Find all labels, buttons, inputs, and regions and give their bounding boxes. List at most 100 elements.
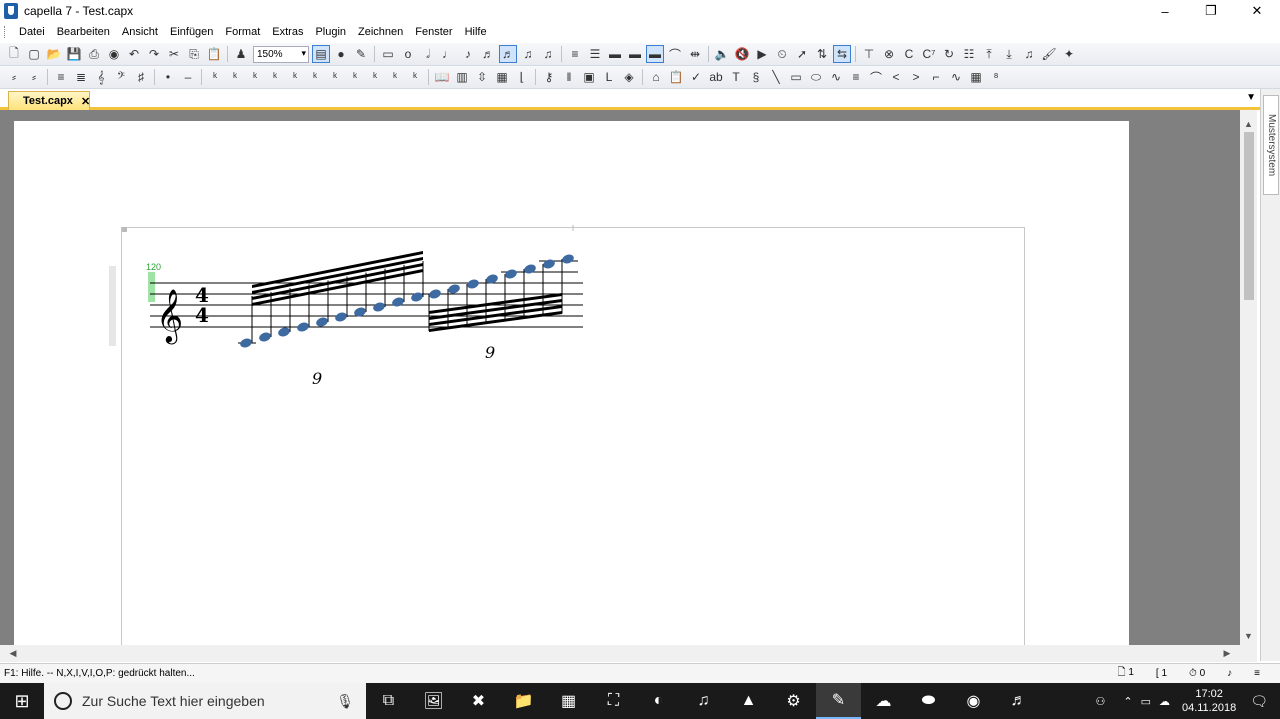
mark-red-icon[interactable]: ▬ xyxy=(606,45,624,63)
half-note-icon[interactable]: 𝅗𝅥 xyxy=(419,45,437,63)
tray-chevron-icon[interactable]: ⌃ xyxy=(1123,695,1132,708)
speaker-mute-icon[interactable]: 🔇 xyxy=(733,45,751,63)
restore-button[interactable]: ❐ xyxy=(1188,0,1234,22)
staff-icon[interactable]: ☰ xyxy=(586,45,604,63)
treble-clef-icon[interactable]: 𝄞 xyxy=(92,68,110,86)
menu-ansicht[interactable]: Ansicht xyxy=(116,26,164,38)
lines-icon[interactable]: ≡ xyxy=(847,68,865,86)
x-app-icon[interactable]: ✖ xyxy=(456,683,501,719)
spell-icon[interactable]: ab xyxy=(707,68,725,86)
page-view-icon[interactable]: ▤ xyxy=(312,45,330,63)
rectangle-icon[interactable]: ▭ xyxy=(787,68,805,86)
transpose-icon[interactable]: ⇅ xyxy=(813,45,831,63)
spacing-icon[interactable]: ⇹ xyxy=(686,45,704,63)
settings-app-icon[interactable]: ⚙ xyxy=(771,683,816,719)
articulation-7-icon[interactable]: ᵏ xyxy=(326,68,344,86)
scroll-left-icon[interactable]: ◀ xyxy=(6,645,20,662)
menu-grip[interactable] xyxy=(4,26,7,38)
articulation-5-icon[interactable]: ᵏ xyxy=(286,68,304,86)
brush-icon[interactable]: 🖌 xyxy=(1040,45,1058,63)
system-icon[interactable]: ▦ xyxy=(493,68,511,86)
articulation-2-icon[interactable]: ᵏ xyxy=(226,68,244,86)
key-signature-icon[interactable]: ♯ xyxy=(132,68,150,86)
store-app-icon[interactable]: ⬬ xyxy=(906,683,951,719)
curve-icon[interactable]: ∿ xyxy=(827,68,845,86)
layout-icon[interactable]: ▥ xyxy=(453,68,471,86)
new-file-icon[interactable]: ▢ xyxy=(25,45,43,63)
score-app-icon[interactable]: ♬ xyxy=(996,683,1041,719)
swap-icon[interactable]: ⇆ xyxy=(833,45,851,63)
horizontal-scrollbar[interactable]: ◀ ▶ xyxy=(0,645,1257,662)
bracket-icon[interactable]: ⌊ xyxy=(513,68,531,86)
down-arrow-icon[interactable]: ⤓ xyxy=(1000,45,1018,63)
metronome-icon[interactable]: ⏲ xyxy=(773,45,791,63)
ottava-icon[interactable]: ⁸ xyxy=(987,68,1005,86)
decrescendo-icon[interactable]: > xyxy=(907,68,925,86)
playback-icon[interactable]: ▶ xyxy=(753,45,771,63)
trill-icon[interactable]: ∿ xyxy=(947,68,965,86)
menu-datei[interactable]: Datei xyxy=(13,26,51,38)
chord-7-icon[interactable]: C⁷ xyxy=(920,45,938,63)
staff-remove-icon[interactable]: ≣ xyxy=(72,68,90,86)
windows-start-icon[interactable]: ⊞ xyxy=(0,683,44,719)
menu-zeichnen[interactable]: Zeichnen xyxy=(352,26,409,38)
mark-orange-icon[interactable]: ▬ xyxy=(626,45,644,63)
bass-clef-icon[interactable]: 𝄢 xyxy=(112,68,130,86)
articulation-1-icon[interactable]: ᵏ xyxy=(206,68,224,86)
redo-icon[interactable]: ↷ xyxy=(145,45,163,63)
tab-list-dropdown-icon[interactable]: ▼ xyxy=(1246,92,1256,103)
book-icon[interactable]: 📖 xyxy=(433,68,451,86)
undo-icon[interactable]: ↶ xyxy=(125,45,143,63)
line-icon[interactable]: ╲ xyxy=(767,68,785,86)
minimize-button[interactable]: – xyxy=(1142,0,1188,22)
notifications-icon[interactable]: 🗨 xyxy=(1250,693,1268,710)
score-page[interactable]: 120 𝄞 4 4 9 9 xyxy=(14,121,1129,645)
scroll-up-icon[interactable]: ▲ xyxy=(1240,116,1257,133)
zoom-select[interactable]: 150% xyxy=(253,45,309,63)
articulation-11-icon[interactable]: ᵏ xyxy=(406,68,424,86)
eighth-note-icon[interactable]: ♪ xyxy=(459,45,477,63)
frame-icon[interactable]: ▣ xyxy=(580,68,598,86)
media-app-icon[interactable]: ◐ xyxy=(636,683,681,719)
menu-fenster[interactable]: Fenster xyxy=(409,26,458,38)
menu-bearbeiten[interactable]: Bearbeiten xyxy=(51,26,116,38)
articulation-9-icon[interactable]: ᵏ xyxy=(366,68,384,86)
sixtyfourth-note-icon[interactable]: ♫ xyxy=(519,45,537,63)
sixteenth-note-icon[interactable]: ♬ xyxy=(479,45,497,63)
cut-icon[interactable]: ✂ xyxy=(165,45,183,63)
color-icon[interactable]: ● xyxy=(332,45,350,63)
menu-hilfe[interactable]: Hilfe xyxy=(459,26,493,38)
lyric-line-icon[interactable]: L xyxy=(600,68,618,86)
tie-icon[interactable]: ⌒ xyxy=(666,45,684,63)
building-icon[interactable]: ⌂ xyxy=(647,68,665,86)
print-preview-icon[interactable]: ◉ xyxy=(105,45,123,63)
capella-taskbar-icon[interactable]: ✎ xyxy=(816,683,861,719)
key-icon[interactable]: ⚷ xyxy=(540,68,558,86)
music-icon[interactable]: ♫ xyxy=(1020,45,1038,63)
voice-icon[interactable]: ⸗ xyxy=(5,68,23,86)
clock[interactable]: 17:02 04.11.2018 xyxy=(1182,687,1236,715)
line-spacing-icon[interactable]: ⇳ xyxy=(473,68,491,86)
chord-icon[interactable]: C xyxy=(900,45,918,63)
task-view-icon[interactable]: ⧉ xyxy=(366,683,411,719)
text-icon[interactable]: T xyxy=(727,68,745,86)
open-folder-icon[interactable]: 📂 xyxy=(45,45,63,63)
network-icon[interactable]: ☁ xyxy=(1159,695,1170,708)
align-icon[interactable]: ≡ xyxy=(566,45,584,63)
grid-icon[interactable]: ▦ xyxy=(967,68,985,86)
mark-active-icon[interactable]: ▬ xyxy=(646,45,664,63)
paint-icon[interactable]: ✎ xyxy=(352,45,370,63)
scroll-right-icon[interactable]: ▶ xyxy=(1220,645,1234,662)
dash-icon[interactable]: – xyxy=(179,68,197,86)
save-icon[interactable]: 💾 xyxy=(65,45,83,63)
up-arrow-icon[interactable]: ⤒ xyxy=(980,45,998,63)
articulation-4-icon[interactable]: ᵏ xyxy=(266,68,284,86)
speaker-icon[interactable]: 🔈 xyxy=(713,45,731,63)
menu-extras[interactable]: Extras xyxy=(266,26,309,38)
user-icon[interactable]: ♟ xyxy=(232,45,250,63)
tab-test-capx[interactable]: Test.capx ✕ xyxy=(8,91,90,110)
volta-icon[interactable]: ⌐ xyxy=(927,68,945,86)
repeat-icon[interactable]: ↻ xyxy=(940,45,958,63)
insert-bar-icon[interactable]: ⊤ xyxy=(860,45,878,63)
whole-note-icon[interactable]: o xyxy=(399,45,417,63)
